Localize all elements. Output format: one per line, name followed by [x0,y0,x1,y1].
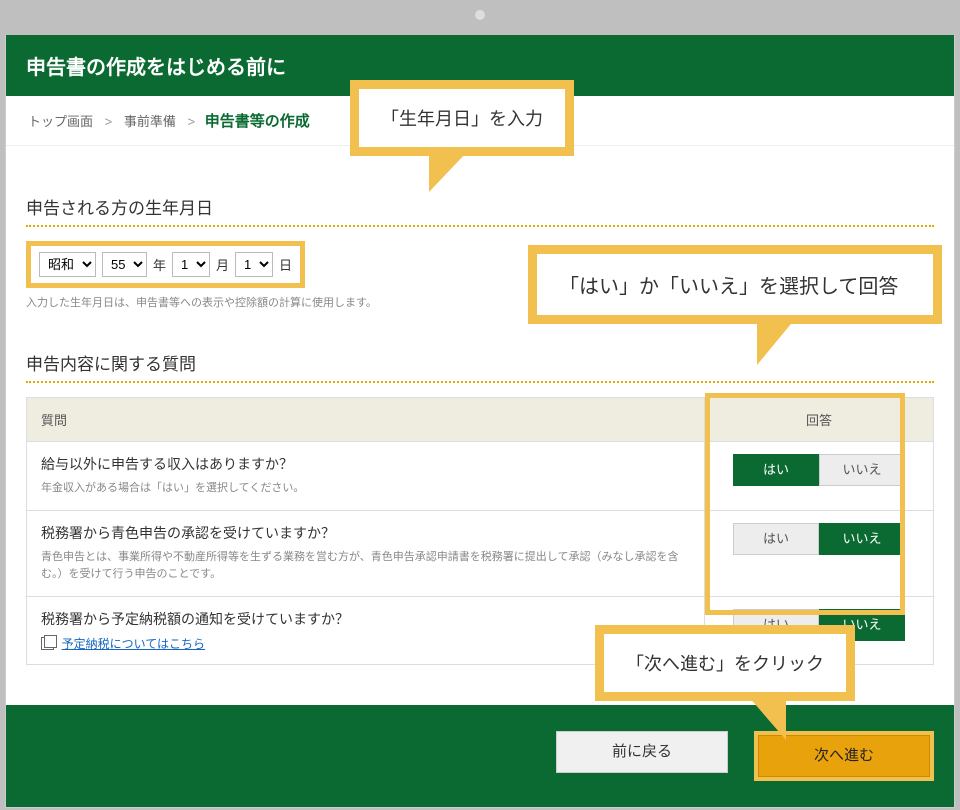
prev-button[interactable]: 前に戻る [556,731,728,773]
callout-text: 「はい」か「いいえ」を選択して回答 [559,276,898,298]
answer-yes-button[interactable]: はい [733,523,819,555]
table-row: 給与以外に申告する収入はありますか？ 年金収入がある場合は「はい」を選択してくだ… [27,442,934,511]
external-link-icon [41,637,54,650]
breadcrumb-current: 申告書等の作成 [205,113,310,130]
table-header-row: 質問 回答 [27,398,934,442]
chevron-right-icon: > [188,114,196,129]
breadcrumb-item[interactable]: トップ画面 [28,114,93,129]
era-select[interactable]: 昭和 [39,252,96,277]
dob-section-title: 申告される方の生年月日 [26,194,934,219]
answer-no-button[interactable]: いいえ [819,454,905,486]
breadcrumb-item[interactable]: 事前準備 [124,114,176,129]
table-row: 税務署から青色申告の承認を受けていますか？ 青色申告とは、事業所得や不動産所得等… [27,510,934,596]
year-suffix: 年 [153,255,166,274]
day-suffix: 日 [279,255,292,274]
col-header-answer: 回答 [705,398,934,442]
question-subtext: 年金収入がある場合は「はい」を選択してください。 [41,480,690,498]
callout-text: 「次へ進む」をクリック [626,654,824,674]
callout-dob: 「生年月日」を入力 [350,80,574,156]
question-text: 税務署から青色申告の承認を受けていますか？ [41,523,690,543]
callout-tail-icon [429,152,467,192]
month-select[interactable]: 1 [172,252,210,277]
dob-input-group: 昭和 55 年 1 月 1 日 [26,241,305,288]
callout-tail-icon [748,696,786,740]
chevron-right-icon: > [105,114,113,129]
next-button[interactable]: 次へ進む [758,735,930,777]
col-header-question: 質問 [27,398,705,442]
page-title: 申告書の作成をはじめる前に [26,57,286,79]
month-suffix: 月 [216,255,229,274]
questions-section-title: 申告内容に関する質問 [26,350,934,375]
answer-yes-button[interactable]: はい [733,454,819,486]
callout-text: 「生年月日」を入力 [381,109,543,129]
question-subtext: 青色申告とは、事業所得や不動産所得等を生ずる業務を営む方が、青色申告承認申請書を… [41,549,690,584]
day-select[interactable]: 1 [235,252,273,277]
section-divider [26,225,934,227]
callout-answer: 「はい」か「いいえ」を選択して回答 [528,245,942,324]
question-text: 給与以外に申告する収入はありますか？ [41,454,690,474]
callout-tail-icon [757,319,795,365]
section-divider [26,381,934,383]
answer-no-button[interactable]: いいえ [819,523,905,555]
question-text: 税務署から予定納税額の通知を受けていますか？ [41,609,690,629]
callout-next: 「次へ進む」をクリック [595,625,855,701]
prepayment-link[interactable]: 予定納税についてはこちら [62,637,205,651]
year-select[interactable]: 55 [102,252,147,277]
footer-nav: 前に戻る 次へ進む [6,705,954,807]
browser-handle-dot [475,10,485,20]
